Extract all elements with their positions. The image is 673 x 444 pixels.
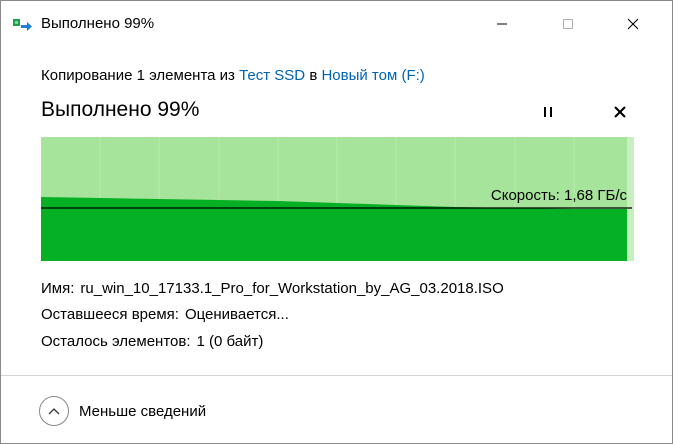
speed-label: Скорость: 1,68 ГБ/с xyxy=(491,187,628,204)
progress-status: Выполнено 99% xyxy=(41,98,200,121)
title-bar[interactable]: Выполнено 99% xyxy=(1,1,672,47)
copy-description: Копирование 1 элемента из Тест SSD в Нов… xyxy=(41,67,425,84)
close-button[interactable] xyxy=(610,1,656,47)
pause-button[interactable] xyxy=(534,99,562,125)
transfer-speed-graph: Скорость: 1,68 ГБ/с xyxy=(41,137,634,261)
copy-middle: в xyxy=(309,67,318,84)
time-remaining-row: Оставшееся время: Оценивается... xyxy=(41,306,289,323)
window-title: Выполнено 99% xyxy=(41,15,155,32)
time-remaining-label: Оставшееся время: xyxy=(41,306,179,323)
file-name-row: Имя: ru_win_10_17133.1_Pro_for_Workstatio… xyxy=(41,280,504,297)
remaining-area xyxy=(627,137,634,261)
chevron-up-icon xyxy=(39,396,69,426)
copy-dialog-window: Выполнено 99% Копирование 1 элемента из … xyxy=(0,0,673,444)
fewer-details-button[interactable]: Меньше сведений xyxy=(39,395,206,427)
file-name-value: ru_win_10_17133.1_Pro_for_Workstation_by… xyxy=(80,280,504,297)
source-link[interactable]: Тест SSD xyxy=(239,67,305,84)
maximize-icon xyxy=(563,19,573,29)
file-name-label: Имя: xyxy=(41,280,75,297)
cancel-button[interactable] xyxy=(606,99,634,125)
pause-icon xyxy=(544,107,552,117)
maximize-button[interactable] xyxy=(545,1,591,47)
items-remaining-row: Осталось элементов: 1 (0 байт) xyxy=(41,333,263,350)
items-remaining-label: Осталось элементов: xyxy=(41,333,191,350)
copy-prefix: Копирование 1 элемента из xyxy=(41,67,235,84)
footer-divider xyxy=(1,375,672,376)
close-icon xyxy=(627,18,639,30)
minimize-button[interactable] xyxy=(479,1,525,47)
destination-link[interactable]: Новый том (F:) xyxy=(321,67,424,84)
copy-files-icon xyxy=(13,15,33,33)
minimize-icon xyxy=(497,23,507,25)
time-remaining-value: Оценивается... xyxy=(184,306,289,323)
fewer-details-label: Меньше сведений xyxy=(79,402,207,420)
items-remaining-value: 1 (0 байт) xyxy=(196,333,264,350)
cancel-icon xyxy=(614,106,626,118)
